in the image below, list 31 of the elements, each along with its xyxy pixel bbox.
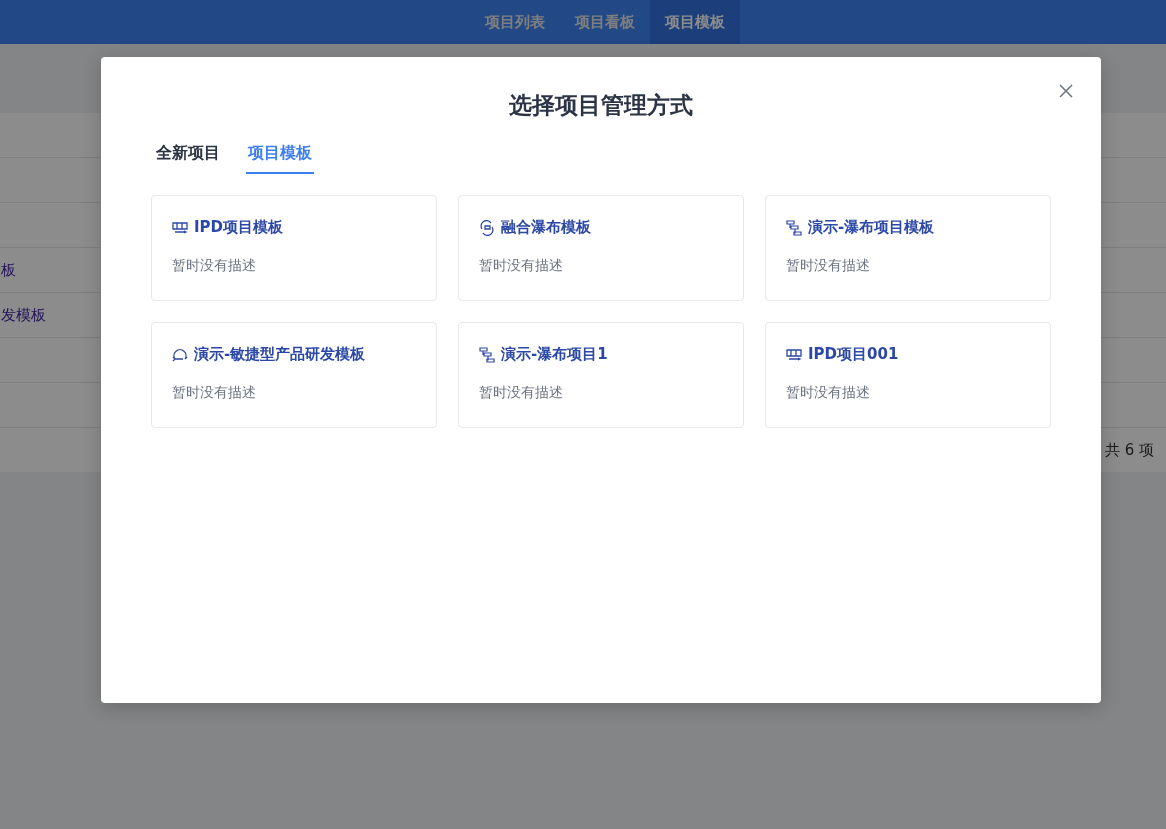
waterfall-icon	[479, 346, 495, 363]
template-description: 暂时没有描述	[479, 257, 564, 275]
template-card[interactable]: 演示-瀑布项目1 暂时没有描述	[458, 322, 744, 428]
template-name: 演示-瀑布项目1	[501, 345, 608, 364]
template-card[interactable]: 演示-敏捷型产品研发模板 暂时没有描述	[151, 322, 437, 428]
board-icon	[172, 220, 188, 235]
waterfall-icon	[786, 219, 802, 236]
dialog-tab[interactable]: 全新项目	[154, 139, 222, 174]
table-cell: 发模板	[0, 305, 46, 325]
template-name: IPD项目模板	[194, 218, 284, 237]
cycle-icon	[172, 346, 188, 363]
template-description: 暂时没有描述	[786, 257, 871, 275]
table-cell: 板	[0, 260, 16, 280]
sync-icon	[479, 219, 495, 236]
dialog-tab[interactable]: 项目模板	[246, 139, 314, 174]
board-icon	[786, 347, 802, 362]
template-name: IPD项目001	[808, 345, 899, 364]
template-name: 演示-敏捷型产品研发模板	[194, 345, 366, 364]
template-card[interactable]: 融合瀑布模板 暂时没有描述	[458, 195, 744, 301]
template-card[interactable]: IPD项目001 暂时没有描述	[765, 322, 1051, 428]
template-card[interactable]: 演示-瀑布项目模板 暂时没有描述	[765, 195, 1051, 301]
template-description: 暂时没有描述	[786, 384, 871, 402]
template-name: 演示-瀑布项目模板	[808, 218, 935, 237]
template-name: 融合瀑布模板	[501, 218, 591, 237]
close-icon[interactable]	[1059, 84, 1073, 98]
template-card[interactable]: IPD项目模板 暂时没有描述	[151, 195, 437, 301]
pagination-total: 共 6 项	[1104, 440, 1154, 460]
template-description: 暂时没有描述	[172, 384, 257, 402]
template-description: 暂时没有描述	[172, 257, 257, 275]
dialog-title: 选择项目管理方式	[508, 91, 694, 120]
template-description: 暂时没有描述	[479, 384, 564, 402]
